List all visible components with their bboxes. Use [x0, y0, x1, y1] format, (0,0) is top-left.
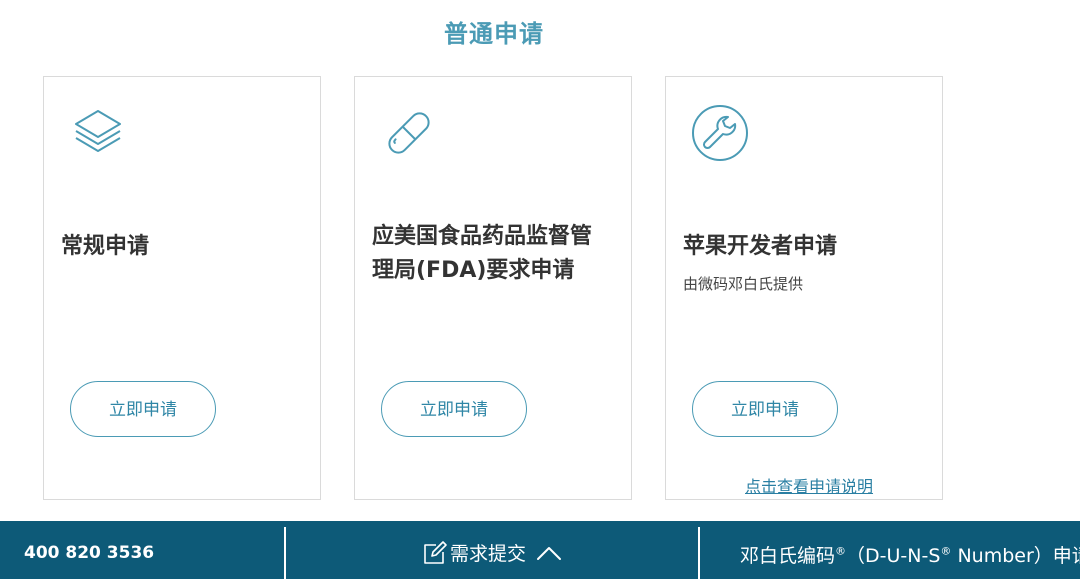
card-title: 苹果开发者申请 — [683, 234, 838, 259]
card-title: 应美国食品药品监督管 理局(FDA)要求申请 — [372, 220, 617, 288]
footer-bar: 400 820 3536 需求提交 邓白氏编码®（D-U-N-S® Number… — [0, 521, 1080, 579]
registered-mark: ® — [835, 544, 847, 558]
phone-number: 400 820 3536 — [24, 543, 155, 563]
card-title: 常规申请 — [61, 234, 150, 259]
card-title-line-1: 应美国食品药品监督管 — [372, 224, 593, 249]
submit-request-button[interactable]: 需求提交 — [422, 539, 562, 566]
pill-capsule-icon — [379, 103, 439, 163]
apply-now-button[interactable]: 立即申请 — [692, 381, 838, 437]
card-fda-application: 应美国食品药品监督管 理局(FDA)要求申请 立即申请 — [354, 76, 632, 500]
duns-label-part: Number）申请 — [951, 545, 1080, 567]
apply-now-button[interactable]: 立即申请 — [381, 381, 527, 437]
apply-now-button[interactable]: 立即申请 — [70, 381, 216, 437]
edit-icon — [422, 540, 448, 566]
duns-application-link[interactable]: 邓白氏编码®（D-U-N-S® Number）申请 — [740, 541, 1080, 568]
chevron-up-icon — [536, 543, 562, 563]
wrench-icon — [690, 103, 750, 163]
page: 普通申请 常规申请 立即申请 应美国食品药品监督管 理局(FDA)要求申请 立即… — [0, 0, 1080, 579]
application-instructions-link[interactable]: 点击查看申请说明 — [745, 473, 873, 497]
duns-label-part: （D-U-N-S — [846, 545, 941, 567]
card-regular-application: 常规申请 立即申请 — [43, 76, 321, 500]
submit-request-label: 需求提交 — [450, 543, 527, 565]
card-apple-developer-application: 苹果开发者申请 由微码邓白氏提供 立即申请 点击查看申请说明 — [665, 76, 943, 500]
stack-layers-icon — [68, 103, 128, 163]
registered-mark: ® — [940, 544, 952, 558]
card-title-line-2: 理局(FDA)要求申请 — [372, 258, 575, 283]
card-subtitle: 由微码邓白氏提供 — [683, 275, 804, 293]
footer-divider — [284, 527, 286, 579]
duns-label-part: 邓白氏编码 — [740, 545, 836, 567]
footer-divider — [698, 527, 700, 579]
section-title: 普通申请 — [444, 20, 544, 48]
